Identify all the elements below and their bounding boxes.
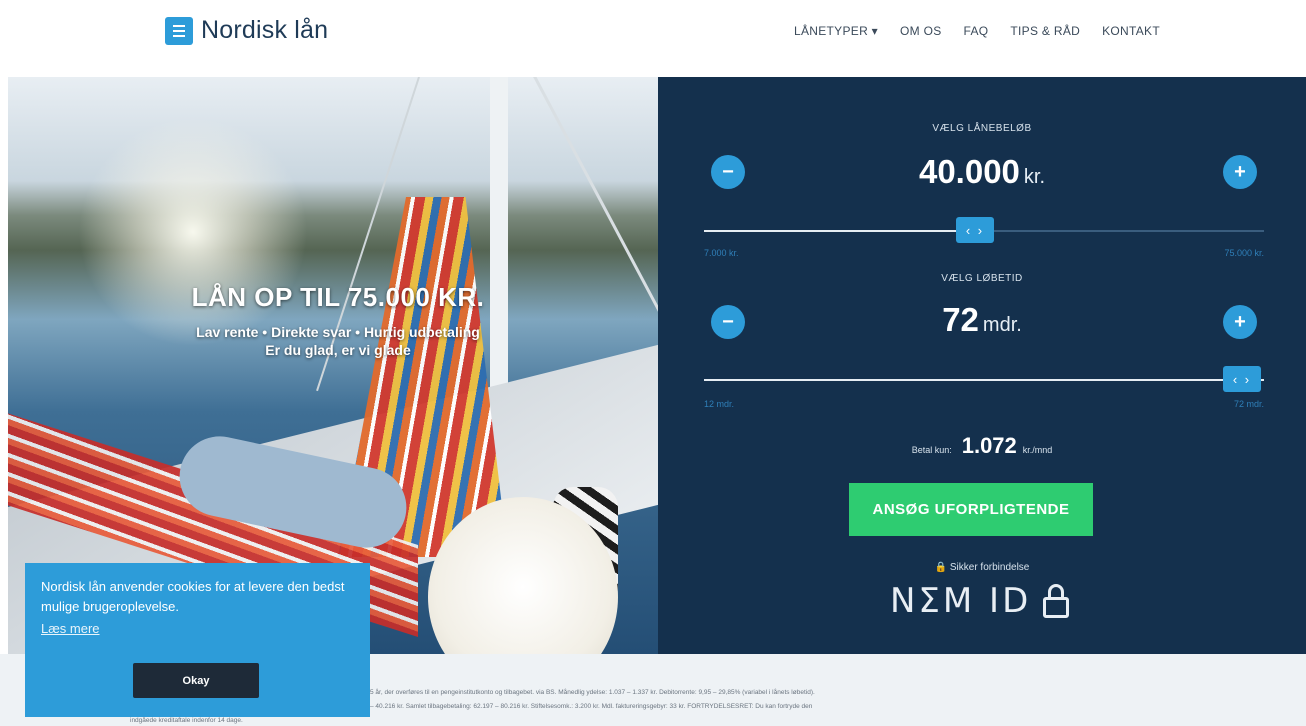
nav-item-tips-rad[interactable]: TIPS & RÅD [1010, 24, 1080, 38]
loan-calculator: VÆLG LÅNEBELØB − 40.000 kr. + ‹ › 7.000 k… [658, 77, 1306, 654]
term-value: 72 [942, 301, 979, 338]
main-nav: LÅNETYPER ▾ OM OS FAQ TIPS & RÅD KONTAKT [794, 24, 1160, 38]
drag-arrows-icon: ‹ › [965, 222, 985, 238]
logo-text: Nordisk lån [201, 16, 329, 44]
plus-icon: + [1234, 310, 1246, 333]
term-slider-handle[interactable]: ‹ › [1223, 366, 1261, 392]
payment-value: 1.072 [961, 433, 1017, 458]
term-unit: mdr. [982, 314, 1022, 336]
nemid-text: NΣM ID [890, 581, 1032, 621]
plus-icon: + [1234, 160, 1246, 183]
amount-max: 75.000 kr. [1224, 248, 1264, 258]
term-min: 12 mdr. [704, 399, 735, 409]
hero-benefits: Lav rente • Direkte svar • Hurtig udbeta… [196, 324, 480, 340]
term-max: 72 mdr. [1233, 399, 1264, 409]
amount-label: VÆLG LÅNEBELØB [932, 123, 1032, 134]
nav-item-om-os[interactable]: OM OS [900, 24, 942, 38]
nav-item-lanetyper[interactable]: LÅNETYPER ▾ [794, 24, 878, 38]
term-slider-track[interactable] [704, 379, 1264, 381]
hero-subtitle: Lav rente • Direkte svar • Hurtig udbeta… [8, 323, 658, 359]
amount-display: 40.000 kr. [658, 153, 1306, 191]
amount-min: 7.000 kr. [704, 248, 739, 258]
secure-connection: 🔒 Sikker forbindelse [934, 562, 1030, 573]
cookie-read-more-link[interactable]: Læs mere [41, 621, 354, 636]
payment-unit: kr./mnd [1022, 445, 1053, 455]
term-label: VÆLG LØBETID [941, 273, 1023, 284]
amount-slider-handle[interactable]: ‹ › [956, 217, 994, 243]
monthly-payment: Betal kun: 1.072 kr./mnd [658, 433, 1306, 459]
cookie-text: Nordisk lån anvender cookies for at leve… [41, 579, 345, 614]
amount-slider-rest [986, 230, 1264, 232]
term-plus-button[interactable]: + [1223, 305, 1257, 339]
nav-item-kontakt[interactable]: KONTAKT [1102, 24, 1160, 38]
nav-item-faq[interactable]: FAQ [964, 24, 989, 38]
term-display: 72 mdr. [658, 301, 1306, 339]
cookie-okay-button[interactable]: Okay [133, 663, 259, 698]
logo[interactable]: Nordisk lån [165, 16, 328, 45]
logo-icon [165, 16, 193, 45]
lock-icon [1043, 584, 1070, 618]
page: Nordisk lån LÅNETYPER ▾ OM OS FAQ TIPS &… [0, 0, 1306, 726]
site-header: Nordisk lån LÅNETYPER ▾ OM OS FAQ TIPS &… [0, 0, 1306, 75]
amount-plus-button[interactable]: + [1223, 155, 1257, 189]
drag-arrows-icon: ‹ › [1232, 371, 1252, 387]
hero-title: LÅN OP TIL 75.000 KR. [191, 282, 485, 312]
hero-text: LÅN OP TIL 75.000 KR. Lav rente • Direkt… [8, 282, 658, 359]
amount-unit: kr. [1023, 166, 1046, 188]
cookie-banner: Nordisk lån anvender cookies for at leve… [25, 563, 370, 717]
apply-button[interactable]: ANSØG UFORPLIGTENDE [849, 483, 1093, 536]
nemid-logo: NΣM ID [890, 581, 1070, 621]
payment-prefix: Betal kun: [911, 445, 952, 455]
amount-value: 40.000 [918, 153, 1020, 190]
hero-tagline: Er du glad, er vi glade [265, 342, 411, 358]
